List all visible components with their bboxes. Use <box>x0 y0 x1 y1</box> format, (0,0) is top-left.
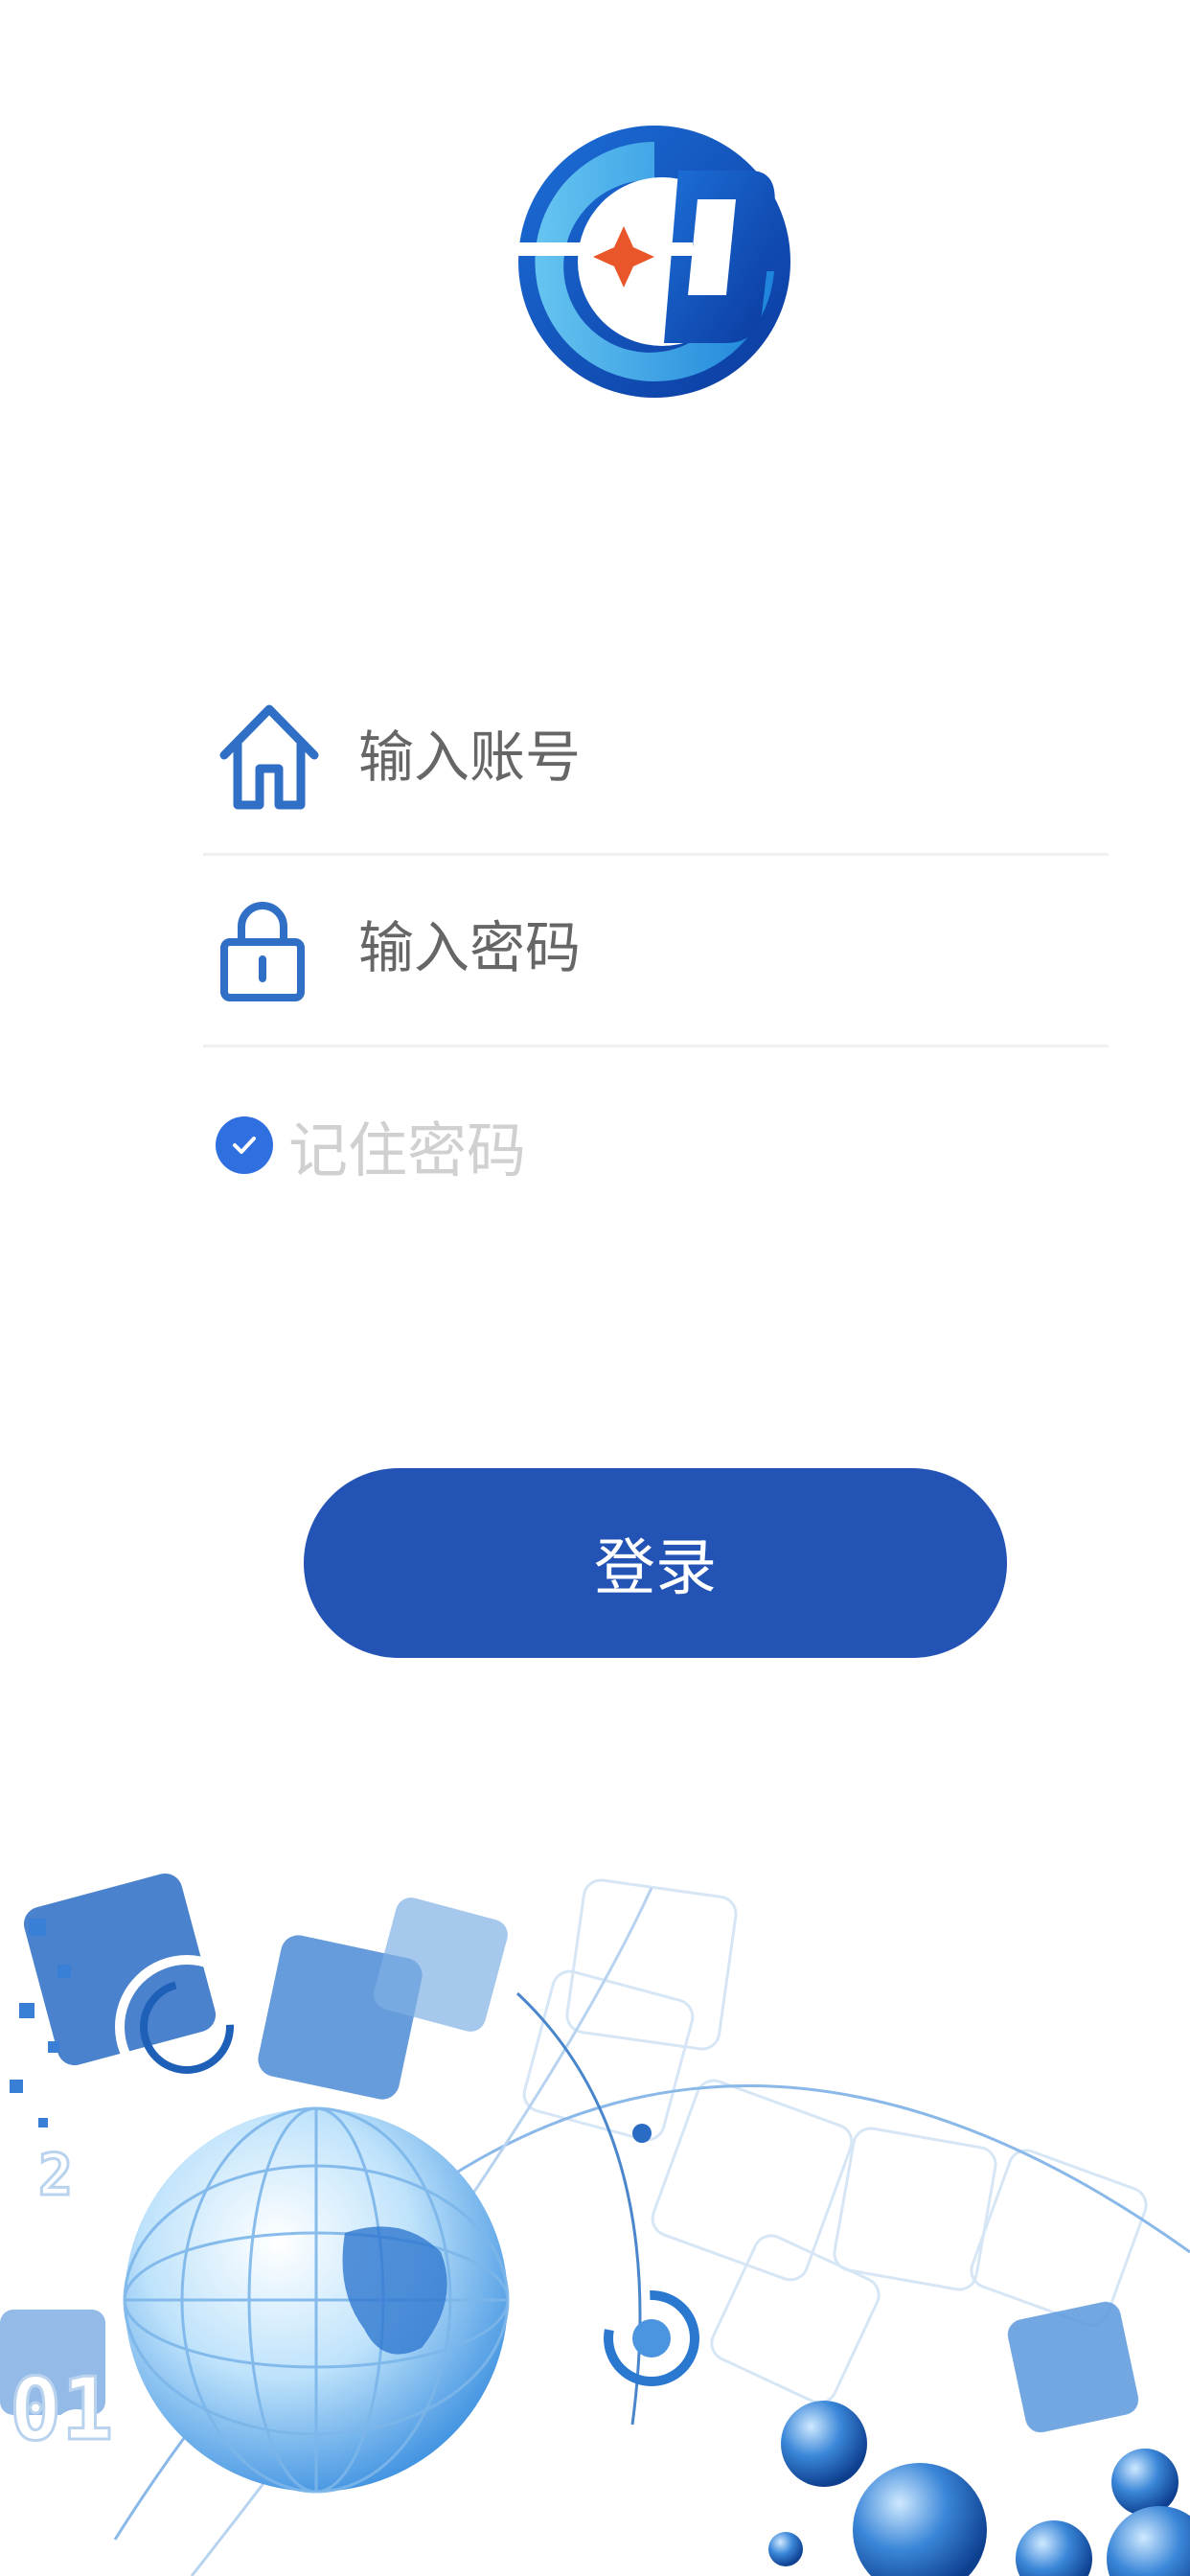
app-logo <box>511 126 790 398</box>
password-divider <box>203 1045 1109 1047</box>
svg-text:2: 2 <box>38 2142 73 2209</box>
account-field[interactable] <box>203 665 1109 857</box>
password-field[interactable] <box>203 856 1109 1047</box>
svg-text:01: 01 <box>10 2359 113 2460</box>
home-icon <box>219 704 319 810</box>
login-button[interactable]: 登录 <box>304 1468 1007 1658</box>
tech-globe-illustration: 01 2 <box>0 1873 1190 2576</box>
lock-icon <box>220 902 305 1001</box>
check-icon[interactable] <box>216 1116 273 1174</box>
remember-password-label: 记住密码 <box>288 1116 527 1185</box>
account-input[interactable] <box>356 713 1088 801</box>
remember-password-toggle[interactable]: 记住密码 <box>216 1102 526 1188</box>
password-input[interactable] <box>356 904 1088 992</box>
